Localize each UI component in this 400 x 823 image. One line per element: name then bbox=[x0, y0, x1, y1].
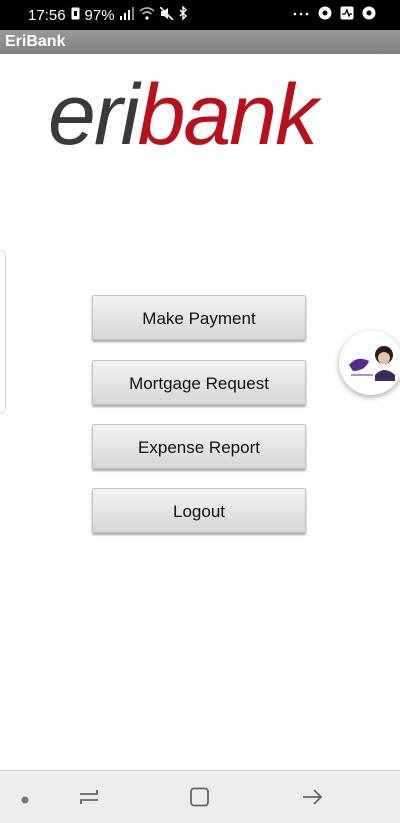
mute-icon bbox=[159, 5, 174, 24]
signal-icon bbox=[119, 6, 134, 24]
more-icon bbox=[292, 7, 310, 24]
mortgage-request-button[interactable]: Mortgage Request bbox=[92, 360, 306, 405]
bluetooth-icon bbox=[179, 5, 188, 24]
home-icon[interactable] bbox=[189, 787, 211, 812]
floating-chat-bubble[interactable] bbox=[339, 331, 400, 395]
system-nav-bar bbox=[0, 770, 400, 823]
back-icon[interactable] bbox=[302, 787, 324, 812]
status-right bbox=[292, 6, 376, 24]
dot-icon[interactable] bbox=[20, 792, 30, 810]
expense-report-button[interactable]: Expense Report bbox=[92, 424, 306, 469]
side-panel-handle[interactable] bbox=[0, 250, 6, 414]
wifi-icon bbox=[139, 6, 155, 24]
chrome-icon bbox=[318, 6, 332, 24]
status-time: 17:56 bbox=[28, 6, 66, 24]
status-left: 17:56 97% bbox=[28, 5, 188, 24]
status-battery: 97% bbox=[84, 6, 115, 24]
eribank-logo: eribank bbox=[48, 66, 358, 163]
sim-icon bbox=[71, 7, 80, 24]
logo-text-bank: bank bbox=[138, 67, 322, 156]
make-payment-button[interactable]: Make Payment bbox=[92, 295, 306, 340]
svg-text:eribank: eribank bbox=[48, 67, 322, 156]
app-title: EriBank bbox=[5, 33, 66, 50]
logo-text-eri: eri bbox=[48, 67, 142, 156]
app-title-bar: EriBank bbox=[0, 30, 400, 54]
avatar-bubble-icon bbox=[341, 333, 400, 393]
activity-icon bbox=[340, 6, 354, 24]
recent-apps-icon[interactable] bbox=[78, 787, 100, 812]
status-bar: 17:56 97% bbox=[0, 0, 400, 30]
logout-button[interactable]: Logout bbox=[92, 488, 306, 533]
chrome-icon bbox=[362, 6, 376, 24]
